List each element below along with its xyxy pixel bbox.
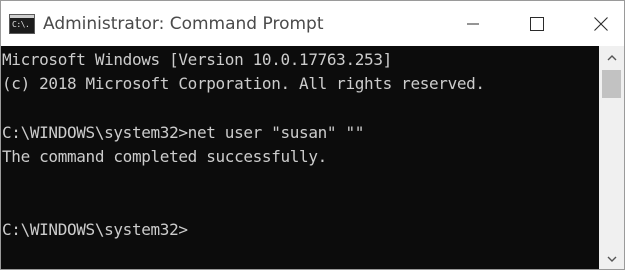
command-prompt-icon[interactable]: C:\. <box>9 13 35 34</box>
maximize-icon <box>530 16 544 31</box>
close-button[interactable] <box>578 1 624 46</box>
scroll-up-button[interactable] <box>599 48 624 67</box>
minimize-icon <box>467 23 479 24</box>
title-bar[interactable]: C:\. Administrator: Command Prompt <box>1 1 624 46</box>
console-line: C:\WINDOWS\system32>net user "susan" "" <box>2 122 365 142</box>
window-controls <box>432 1 624 46</box>
scroll-up-arrow-icon <box>607 55 616 61</box>
scroll-thumb[interactable] <box>602 70 621 98</box>
close-icon <box>594 16 608 31</box>
console-output[interactable]: Microsoft Windows [Version 10.0.17763.25… <box>1 46 599 269</box>
vertical-scrollbar[interactable] <box>599 46 624 269</box>
window-title: Administrator: Command Prompt <box>43 13 324 34</box>
maximize-button[interactable] <box>514 1 560 46</box>
scroll-down-arrow-icon <box>607 256 616 262</box>
scroll-down-button[interactable] <box>599 250 624 269</box>
console-line: The command completed successfully. <box>2 147 327 167</box>
command-prompt-window: C:\. Administrator: Command Prompt Micro… <box>0 0 625 270</box>
console-prompt-line: C:\WINDOWS\system32> <box>2 220 188 240</box>
console-line: Microsoft Windows [Version 10.0.17763.25… <box>2 50 392 69</box>
console-line: (c) 2018 Microsoft Corporation. All righ… <box>2 74 485 94</box>
minimize-button[interactable] <box>450 1 496 46</box>
